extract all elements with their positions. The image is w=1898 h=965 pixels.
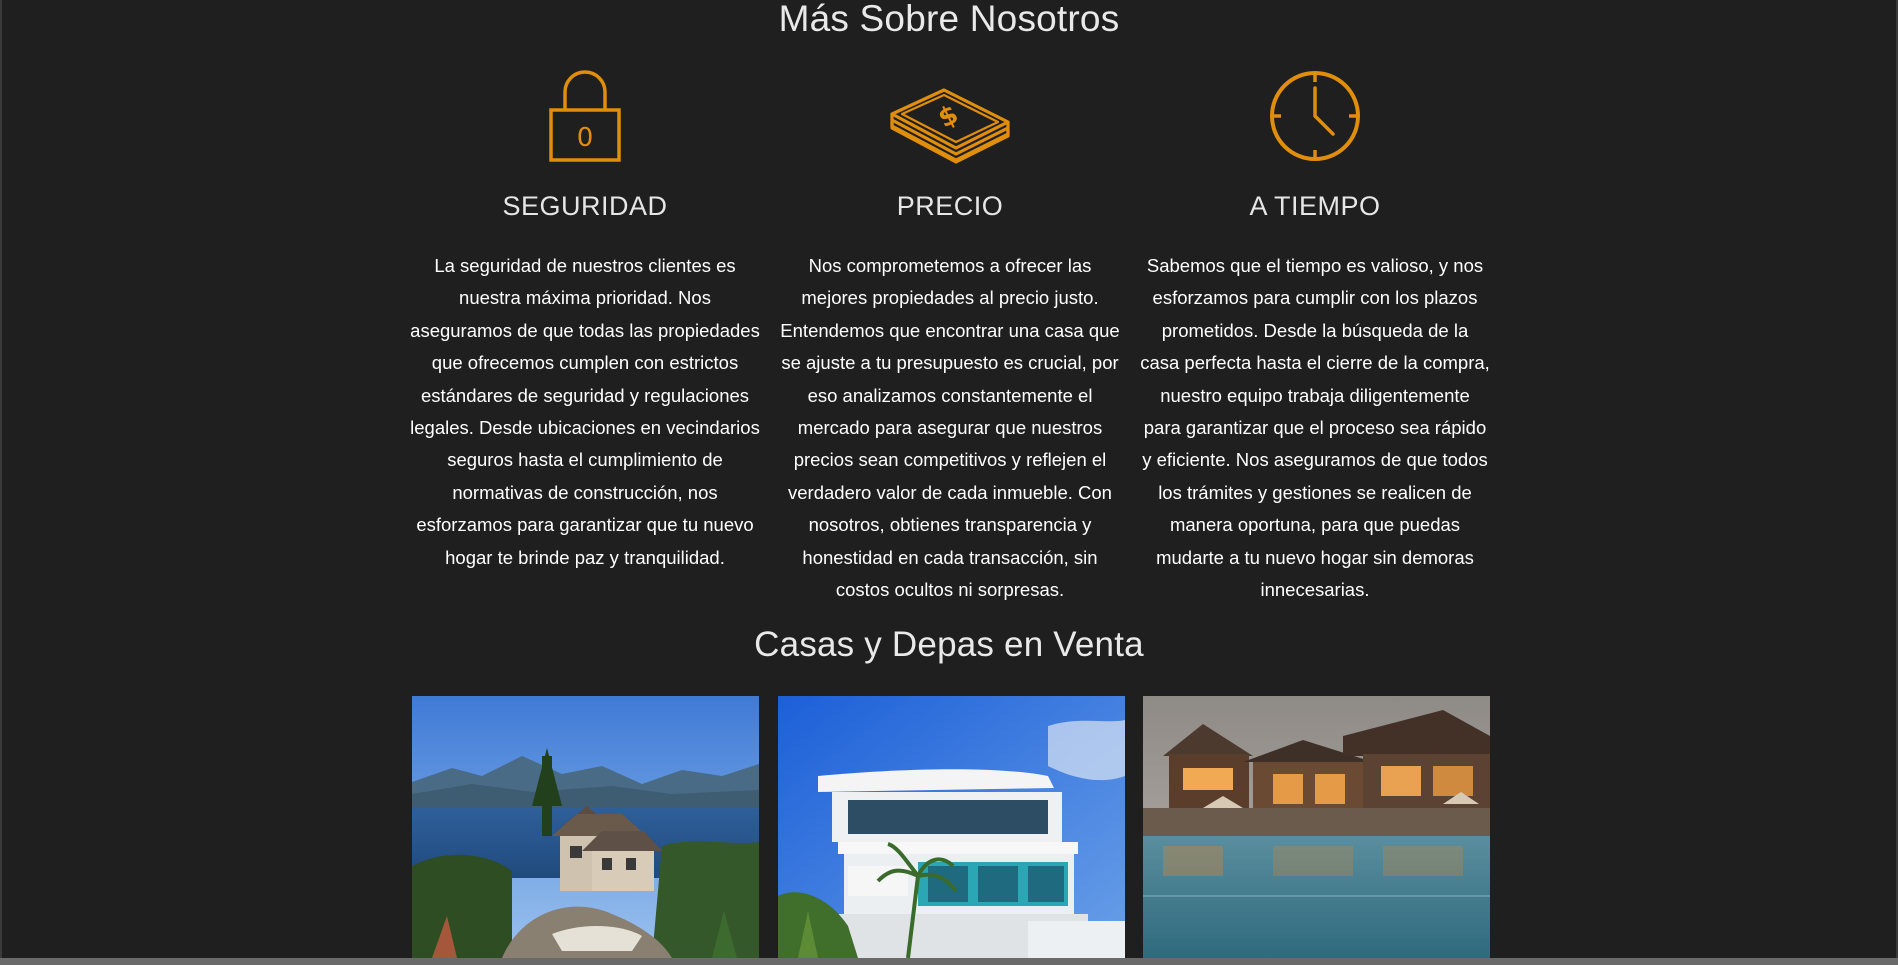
feature-price: $ PRECIO Nos comprometemos a ofrecer las… [775,68,1125,606]
money-stack-icon: $ [775,68,1125,164]
feature-on-time: A TIEMPO Sabemos que el tiempo es valios… [1140,68,1490,606]
clock-icon [1140,68,1490,164]
lodge-with-pool-photo[interactable] [1143,696,1490,958]
listings-section-title: Casas y Depas en Venta [754,625,1144,664]
page: Más Sobre Nosotros 0 SEGURIDAD La seguri… [0,0,1898,965]
feature-text-on-time: Sabemos que el tiempo es valioso, y nos … [1140,255,1490,601]
padlock-icon: 0 [410,68,760,164]
features-section: 0 SEGURIDAD La seguridad de nuestros cli… [410,68,1490,600]
svg-text:$: $ [934,99,964,134]
left-border [0,0,2,965]
feature-title-price: PRECIO [896,191,1004,221]
bottom-scrollbar-track [0,958,1898,965]
feature-text-security: La seguridad de nuestros clientes es nue… [410,255,760,568]
listing-card[interactable] [778,696,1125,958]
listings-grid [412,696,1490,958]
lock-digit: 0 [577,123,594,153]
listing-card[interactable] [1143,696,1490,958]
feature-title-security: SEGURIDAD [502,191,668,221]
feature-title-on-time: A TIEMPO [1249,191,1381,221]
listing-card[interactable] [412,696,759,958]
feature-security: 0 SEGURIDAD La seguridad de nuestros cli… [410,68,760,574]
lakeside-house-photo[interactable] [412,696,759,958]
feature-text-price: Nos comprometemos a ofrecer las mejores … [780,255,1120,601]
modern-white-house-photo[interactable] [778,696,1125,958]
about-section-title: Más Sobre Nosotros [778,0,1120,39]
